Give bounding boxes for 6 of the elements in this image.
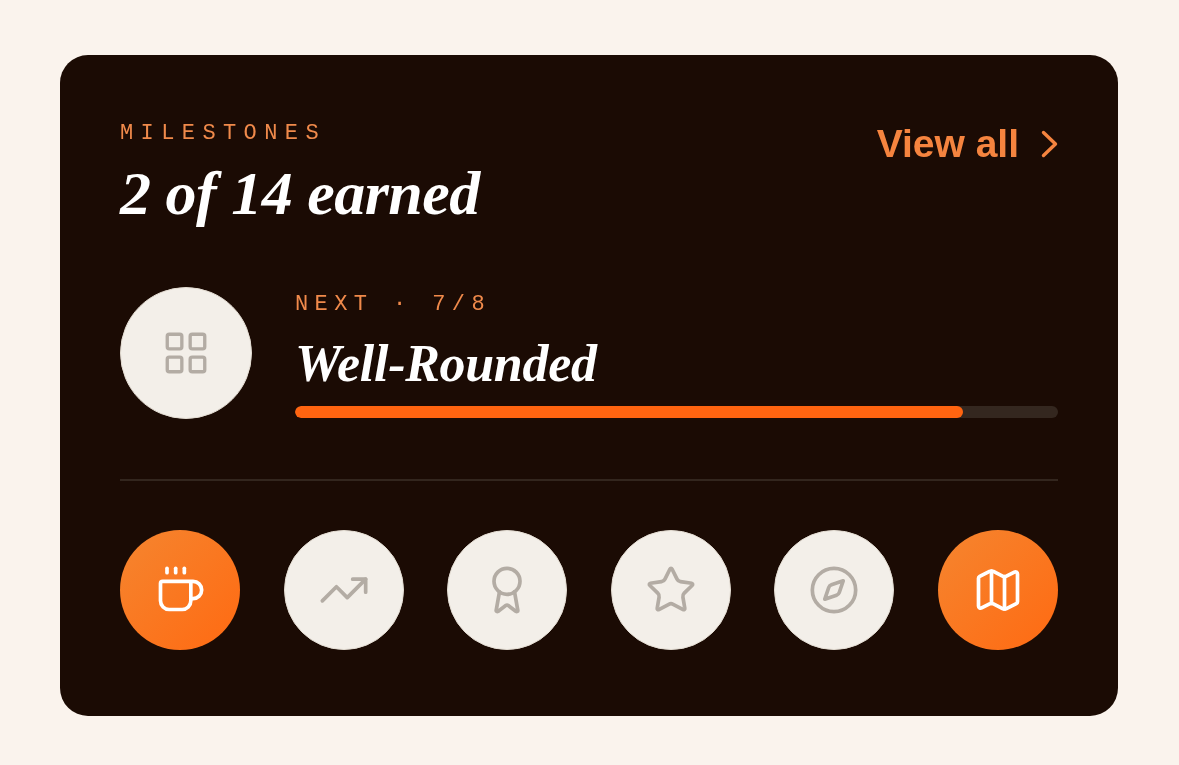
chevron-right-icon [1041, 130, 1058, 158]
next-milestone-name: Well-Rounded [295, 336, 599, 392]
section-label: MILESTONES [120, 120, 328, 148]
earned-count-title: 2 of 14 earned [120, 159, 480, 227]
view-all-link[interactable]: View all [876, 121, 1058, 167]
next-progress-label: NEXT · 7/8 [295, 291, 493, 319]
